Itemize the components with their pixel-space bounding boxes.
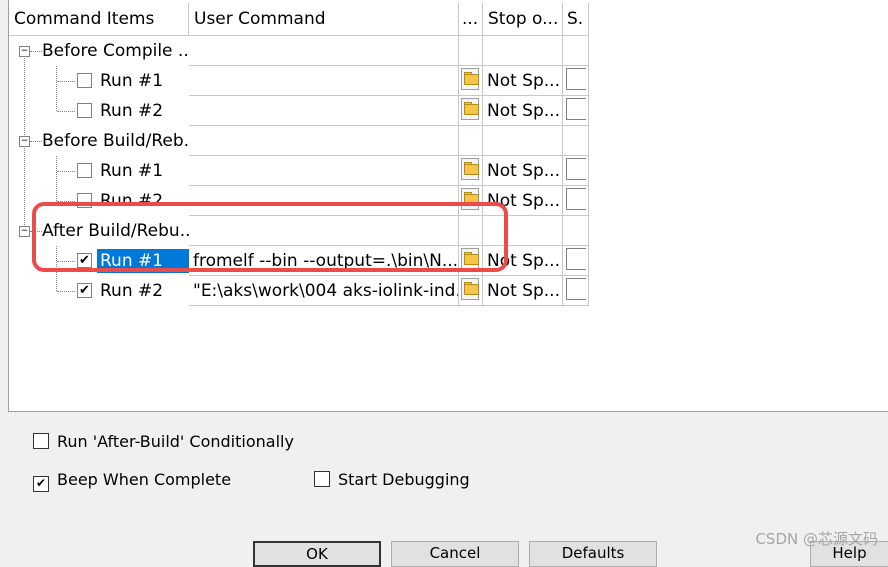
- s-checkbox-cell[interactable]: [563, 276, 589, 306]
- option-start-debugging[interactable]: Start Debugging: [314, 470, 470, 490]
- run-checkbox[interactable]: ✔: [77, 283, 92, 298]
- column-header-command-items[interactable]: Command Items: [9, 3, 189, 36]
- browse-button[interactable]: [459, 276, 483, 306]
- run-after-build-label: Run 'After-Build' Conditionally: [57, 432, 294, 451]
- run-checkbox[interactable]: [77, 163, 92, 178]
- annotation-highlight-box: [32, 202, 508, 272]
- empty-cell: [483, 126, 563, 156]
- table-row: Run #1 Not Sp...: [9, 66, 888, 96]
- run-checkbox[interactable]: [77, 73, 92, 88]
- start-debugging-label: Start Debugging: [338, 470, 470, 489]
- s-checkbox[interactable]: [566, 98, 586, 120]
- folder-open-icon: [461, 278, 479, 300]
- tree-group-row: − Before Build/Reb...: [9, 126, 888, 156]
- s-checkbox-cell[interactable]: [563, 96, 589, 126]
- s-checkbox[interactable]: [566, 158, 586, 180]
- column-header-stop-on-error[interactable]: Stop o...: [483, 3, 563, 36]
- empty-cell: [563, 36, 589, 66]
- beep-checkbox[interactable]: ✔: [33, 476, 49, 492]
- empty-cell: [189, 36, 459, 66]
- stop-on-error-value[interactable]: Not Sp...: [483, 276, 563, 306]
- column-header-user-command[interactable]: User Command: [189, 3, 459, 36]
- defaults-button[interactable]: Defaults: [529, 541, 657, 567]
- browse-button[interactable]: [459, 96, 483, 126]
- user-command-field[interactable]: [189, 66, 459, 96]
- column-header-s[interactable]: S.: [563, 3, 589, 36]
- browse-button[interactable]: [459, 156, 483, 186]
- s-checkbox[interactable]: [566, 188, 586, 210]
- table-row: Run #1 Not Sp...: [9, 156, 888, 186]
- collapse-icon[interactable]: −: [19, 136, 30, 147]
- group-before-build[interactable]: Before Build/Reb...: [42, 126, 200, 156]
- folder-open-icon: [461, 98, 479, 120]
- s-checkbox-cell[interactable]: [563, 246, 589, 276]
- ok-button[interactable]: OK: [253, 541, 381, 567]
- start-debugging-checkbox[interactable]: [314, 471, 330, 487]
- stop-on-error-value[interactable]: Not Sp...: [483, 66, 563, 96]
- group-before-compile[interactable]: Before Compile ...: [42, 36, 195, 66]
- s-checkbox-cell[interactable]: [563, 66, 589, 96]
- column-header-browse[interactable]: ...: [459, 3, 483, 36]
- s-checkbox-cell[interactable]: [563, 156, 589, 186]
- table-row: ✔ Run #2 "E:\aks\work\004 aks-iolink-ind…: [9, 276, 888, 306]
- run-label[interactable]: Run #1: [97, 69, 166, 93]
- stop-on-error-value[interactable]: Not Sp...: [483, 96, 563, 126]
- user-command-field[interactable]: [189, 96, 459, 126]
- option-beep-when-complete[interactable]: ✔ Beep When Complete: [33, 470, 231, 492]
- table-row: Run #2 Not Sp...: [9, 96, 888, 126]
- user-command-field[interactable]: "E:\aks\work\004 aks-iolink-ind...: [189, 276, 459, 306]
- empty-cell: [189, 126, 459, 156]
- s-checkbox[interactable]: [566, 248, 586, 270]
- cancel-button[interactable]: Cancel: [391, 541, 519, 567]
- tree-connector: [30, 51, 42, 52]
- tree-connector: [30, 141, 42, 142]
- s-checkbox-cell[interactable]: [563, 186, 589, 216]
- empty-cell: [563, 216, 589, 246]
- run-label[interactable]: Run #2: [97, 279, 166, 303]
- browse-button[interactable]: [459, 66, 483, 96]
- empty-cell: [483, 36, 563, 66]
- tree-group-row: − Before Compile ...: [9, 36, 888, 66]
- folder-open-icon: [461, 68, 479, 90]
- beep-label: Beep When Complete: [57, 470, 232, 489]
- empty-cell: [563, 126, 589, 156]
- stop-on-error-value[interactable]: Not Sp...: [483, 156, 563, 186]
- collapse-icon[interactable]: −: [19, 46, 30, 57]
- empty-cell: [459, 126, 483, 156]
- empty-cell: [459, 36, 483, 66]
- s-checkbox[interactable]: [566, 278, 586, 300]
- tree-connector: [57, 291, 75, 292]
- tree-connector: [57, 81, 75, 82]
- s-checkbox[interactable]: [566, 68, 586, 90]
- run-label[interactable]: Run #1: [97, 159, 166, 183]
- tree-connector: [57, 171, 75, 172]
- run-after-build-checkbox[interactable]: [33, 433, 49, 449]
- collapse-icon[interactable]: −: [19, 226, 30, 237]
- folder-open-icon: [461, 158, 479, 180]
- option-run-after-build[interactable]: Run 'After-Build' Conditionally: [33, 432, 294, 452]
- run-label[interactable]: Run #2: [97, 99, 166, 123]
- run-checkbox[interactable]: [77, 103, 92, 118]
- tree-connector: [57, 111, 75, 112]
- watermark: CSDN @芯源文码: [755, 530, 878, 548]
- user-command-field[interactable]: [189, 156, 459, 186]
